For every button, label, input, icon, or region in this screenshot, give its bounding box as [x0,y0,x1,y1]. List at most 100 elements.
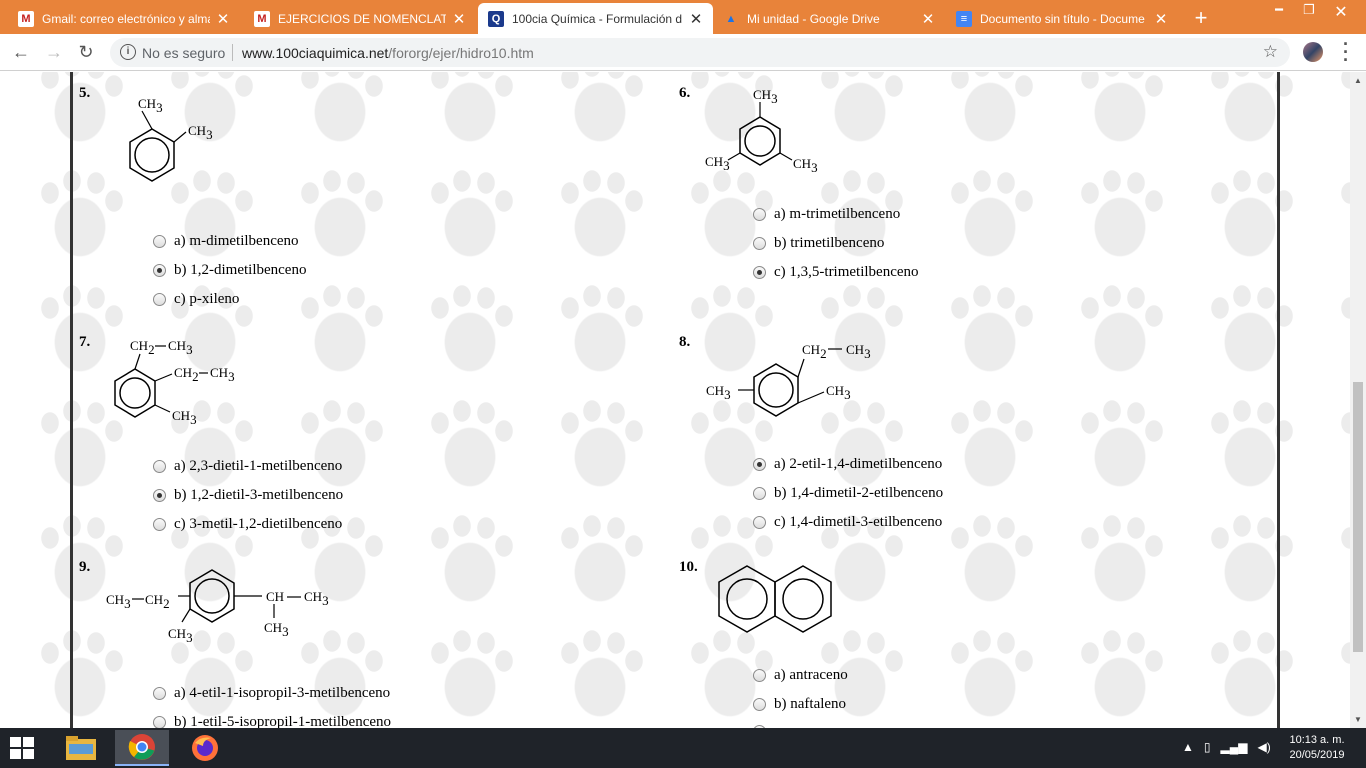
answer-option[interactable]: a) 2,3-dietil-1-metilbenceno [153,458,342,475]
radio-button[interactable] [153,687,166,700]
quimica-favicon-icon: Q [488,10,504,27]
clock-time: 10:13 a. m. [1289,734,1345,746]
tab-gmail[interactable]: M Gmail: correo electrónico y alma ✕ [8,3,240,34]
radio-button[interactable] [753,698,766,711]
answer-option[interactable]: a) 4-etil-1-isopropil-3-metilbenceno [153,685,390,702]
chrome-icon[interactable] [115,730,169,766]
option-label: b) 1,2-dietil-3-metilbenceno [174,487,344,503]
answer-option[interactable]: b) naftaleno [753,696,846,713]
radio-button[interactable] [753,458,766,471]
close-icon[interactable]: ✕ [921,10,935,28]
molecule-diagram [718,565,832,633]
radio-button[interactable] [753,516,766,529]
option-label: a) m-trimetilbenceno [774,206,901,222]
chevron-up-icon[interactable]: ▲ [1182,740,1194,754]
radio-button[interactable] [753,487,766,500]
radio-button[interactable] [153,489,166,502]
option-label: c) p-xileno [174,291,240,307]
answer-option[interactable]: a) m-dimetilbenceno [153,233,299,250]
question-number: 10. [679,559,698,575]
volume-icon[interactable]: ◀) [1257,740,1270,754]
question-number: 9. [79,559,91,575]
svg-text:CH2: CH2 [145,592,170,611]
answer-option[interactable]: b) 1-etil-5-isopropil-1-metilbenceno [153,714,391,728]
answer-option[interactable]: b) 1,2-dimetilbenceno [153,262,306,279]
answer-option[interactable]: c) 3-metil-1,2-dietilbenceno [153,516,342,533]
answer-option[interactable]: a) antraceno [753,667,848,684]
radio-button[interactable] [753,669,766,682]
option-label: a) antraceno [774,667,848,683]
svg-text:CH3: CH3 [168,338,193,357]
radio-button[interactable] [153,716,166,728]
gmail-icon: M [254,10,270,27]
close-icon[interactable]: ✕ [1154,10,1168,28]
tab-title: Mi unidad - Google Drive [747,11,880,26]
scroll-down-arrow-icon[interactable]: ▼ [1354,715,1362,724]
chrome-menu-button[interactable]: · · · [1338,35,1354,69]
svg-text:CH3: CH3 [753,87,778,106]
new-tab-button[interactable]: + [1189,5,1213,31]
scrollbar-thumb[interactable] [1353,382,1363,652]
answer-option[interactable]: a) m-trimetilbenceno [753,206,900,223]
answer-option[interactable]: a) 2-etil-1,4-dimetilbenceno [753,456,942,473]
windows-start-icon[interactable] [10,737,34,759]
signal-icon[interactable]: ▂▄▆ [1221,740,1248,754]
profile-avatar[interactable] [1303,42,1323,62]
option-label: b) 1,2-dimetilbenceno [174,262,307,278]
file-explorer-icon[interactable] [54,730,108,766]
radio-button[interactable] [753,208,766,221]
security-status[interactable]: No es seguro [142,45,225,61]
page-content: 5. CH3 CH3 a) m-dimetilbenceno b) 1,2-di… [0,72,1350,728]
radio-button[interactable] [153,518,166,531]
clock[interactable]: 10:13 a. m. 20/05/2019 [1282,733,1352,763]
answer-option[interactable]: c) p-xileno [153,291,239,308]
close-icon[interactable]: ✕ [216,10,230,28]
scroll-up-arrow-icon[interactable]: ▲ [1354,76,1362,85]
option-label: a) 2,3-dietil-1-metilbenceno [174,458,343,474]
close-window-button[interactable]: ✕ [1326,2,1356,22]
radio-button[interactable] [153,293,166,306]
tab-title: Documento sin título - Docume [980,11,1145,26]
radio-button[interactable] [753,237,766,250]
close-icon[interactable]: ✕ [452,10,466,28]
tab-strip: M Gmail: correo electrónico y alma ✕ M E… [0,0,1366,34]
tablet-mode-icon[interactable]: ▯ [1204,740,1211,754]
radio-button[interactable] [153,460,166,473]
vertical-scrollbar[interactable]: ▲ ▼ [1350,72,1366,728]
radio-button[interactable] [153,264,166,277]
answer-option[interactable]: c) 1,4-dimetil-3-etilbenceno [753,514,942,531]
minimize-button[interactable]: ━ [1264,2,1294,18]
answer-option[interactable]: b) trimetilbenceno [753,235,884,252]
restore-button[interactable]: ❐ [1294,2,1324,18]
answer-option[interactable]: b) 1,2-dietil-3-metilbenceno [153,487,343,504]
answer-option[interactable]: b) 1,4-dimetil-2-etilbenceno [753,485,943,502]
docs-icon: ≡ [956,10,972,27]
firefox-icon[interactable] [178,730,232,766]
close-icon[interactable]: ✕ [689,10,703,28]
bookmark-star-icon[interactable]: ☆ [1263,42,1278,62]
question-number: 6. [679,85,691,101]
tab-google-docs[interactable]: ≡ Documento sin título - Docume ✕ [946,3,1178,34]
forward-button[interactable]: → [42,41,66,65]
svg-text:CH2: CH2 [130,338,155,357]
tab-ejercicios[interactable]: M EJERCICIOS DE NOMENCLATUR ✕ [244,3,476,34]
tab-100cia-quimica[interactable]: Q 100cia Química - Formulación d ✕ [478,3,713,34]
address-bar[interactable]: i No es seguro www.100ciaquimica.net/for… [110,38,1290,67]
answer-option[interactable]: c) 1,3,5-trimetilbenceno [753,264,919,281]
radio-button[interactable] [153,235,166,248]
reload-button[interactable]: ↻ [74,41,98,65]
option-label: c) 3-metil-1,2-dietilbenceno [174,516,343,532]
url-host: www.100ciaquimica.net [242,45,389,61]
option-label: b) 1,4-dimetil-2-etilbenceno [774,485,944,501]
url-text[interactable]: www.100ciaquimica.net/fororg/ejer/hidro1… [242,45,534,61]
clock-date: 20/05/2019 [1289,749,1345,761]
molecule-diagram: CH2 CH3 CH3 CH3 [706,342,871,417]
svg-text:CH3: CH3 [210,365,235,384]
back-button[interactable]: ← [9,41,33,65]
tab-title: Gmail: correo electrónico y alma [42,11,210,26]
info-icon[interactable]: i [120,44,136,60]
option-label: c) 1,4-dimetil-3-etilbenceno [774,514,943,530]
radio-button[interactable] [753,266,766,279]
molecule-diagram: CH2 CH3 CH2 CH3 CH3 [114,338,235,427]
tab-google-drive[interactable]: ▲ Mi unidad - Google Drive ✕ [713,3,945,34]
